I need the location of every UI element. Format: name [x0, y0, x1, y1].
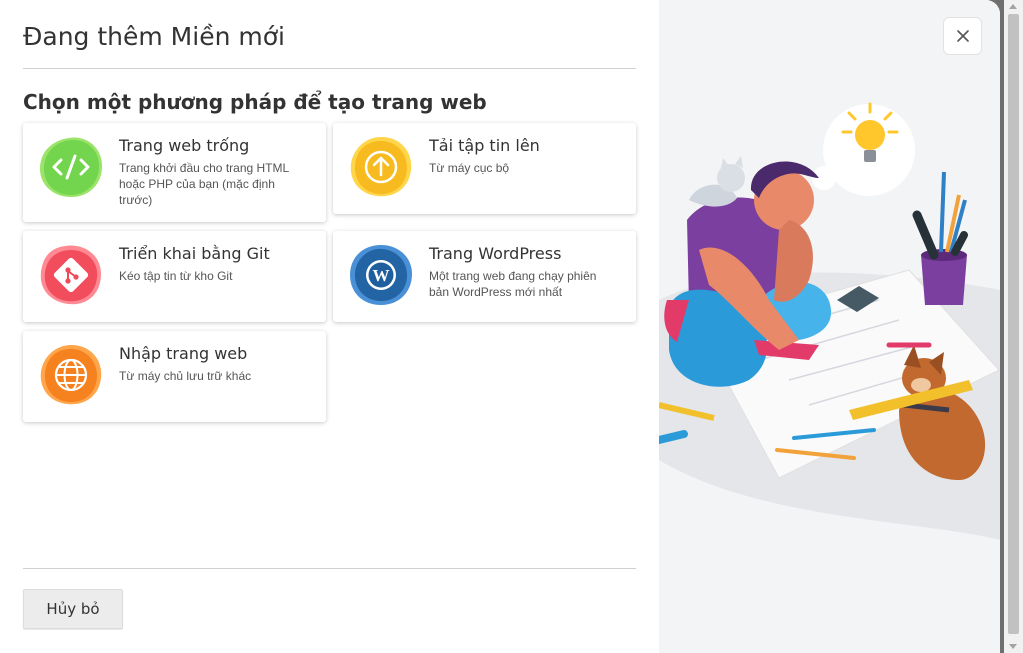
footer-divider — [23, 568, 636, 569]
option-import-website[interactable]: Nhập trang web Từ máy chủ lưu trữ khác — [23, 331, 326, 422]
svg-text:W: W — [373, 266, 390, 285]
code-icon — [40, 137, 103, 198]
dialog-title: Đang thêm Miền mới — [23, 22, 285, 51]
option-wordpress[interactable]: W Trang WordPress Một trang web đang chạ… — [333, 231, 636, 322]
upload-icon — [350, 136, 412, 197]
cancel-button[interactable]: Hủy bỏ — [23, 589, 123, 629]
git-icon — [40, 245, 101, 305]
close-button[interactable] — [943, 17, 982, 55]
option-title: Tải tập tin lên — [429, 136, 540, 155]
option-description: Trang khởi đầu cho trang HTML hoặc PHP c… — [119, 161, 289, 207]
option-title: Trang web trống — [119, 136, 250, 155]
option-empty-website[interactable]: Trang web trống Trang khởi đầu cho trang… — [23, 123, 326, 222]
close-icon — [956, 30, 969, 42]
option-description: Kéo tập tin từ kho Git — [119, 269, 233, 283]
option-upload-files[interactable]: Tải tập tin lên Từ máy cục bộ — [333, 123, 636, 214]
option-title: Triển khai bằng Git — [119, 244, 270, 263]
person-planning-illustration — [659, 102, 1000, 540]
option-description: Từ máy chủ lưu trữ khác — [119, 369, 252, 383]
wordpress-icon: W — [350, 244, 412, 305]
option-description: Từ máy cục bộ — [429, 161, 510, 175]
method-panel: Đang thêm Miền mới Chọn một phương pháp … — [0, 0, 659, 653]
section-subtitle: Chọn một phương pháp để tạo trang web — [23, 90, 487, 114]
scrollbar-thumb[interactable] — [1008, 14, 1019, 634]
option-deploy-git[interactable]: Triển khai bằng Git Kéo tập tin từ kho G… — [23, 231, 326, 322]
option-title: Trang WordPress — [429, 244, 562, 263]
scroll-down-arrow-icon[interactable] — [1009, 644, 1017, 649]
globe-import-icon — [40, 344, 102, 405]
option-title: Nhập trang web — [119, 344, 248, 363]
title-divider — [23, 68, 636, 69]
add-domain-dialog: Đang thêm Miền mới Chọn một phương pháp … — [0, 0, 1000, 653]
option-description: Một trang web đang chạy phiên bản WordPr… — [429, 269, 597, 299]
page-scrollbar[interactable] — [1004, 0, 1023, 653]
scroll-up-arrow-icon[interactable] — [1009, 4, 1017, 9]
illustration-panel — [659, 0, 1000, 653]
